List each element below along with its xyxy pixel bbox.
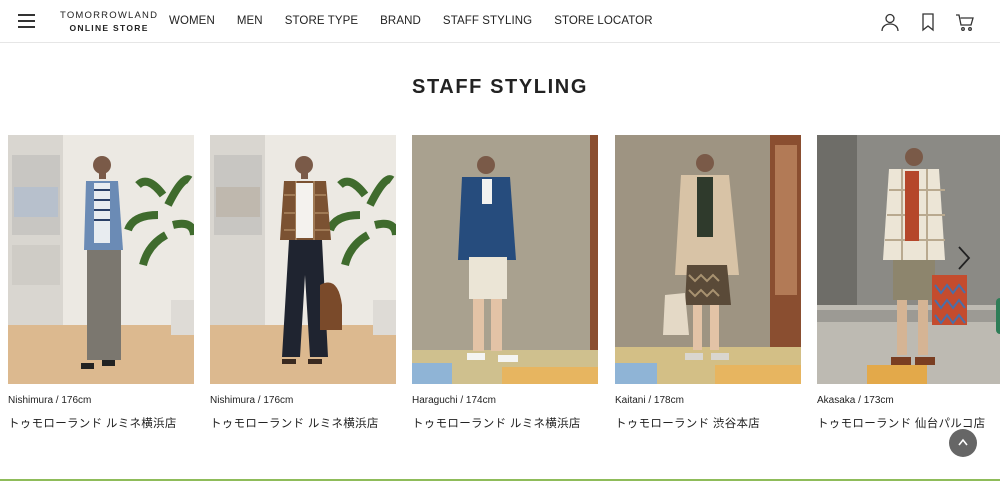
- styling-carousel: Nishimura / 176cm トゥモローランド ルミネ横浜店 Nishim…: [8, 135, 1000, 445]
- styling-card[interactable]: Akasaka / 173cm トゥモローランド 仙台パルコ店: [817, 135, 1000, 431]
- section-title: STAFF STYLING: [412, 76, 588, 98]
- bookmark-icon[interactable]: [918, 12, 938, 32]
- store-name: トゥモローランド 渋谷本店: [615, 418, 761, 430]
- logo-line2: ONLINE STORE: [69, 22, 149, 33]
- store-name: トゥモローランド 仙台パルコ店: [817, 418, 986, 430]
- nav-men[interactable]: MEN: [237, 15, 263, 27]
- nav-women[interactable]: WOMEN: [169, 15, 215, 27]
- staff-name: Haraguchi / 174cm: [412, 395, 496, 406]
- store-name: トゥモローランド ルミネ横浜店: [210, 418, 379, 430]
- styling-photo[interactable]: [412, 135, 598, 384]
- nav-staff-styling[interactable]: STAFF STYLING: [443, 15, 532, 27]
- styling-card[interactable]: Nishimura / 176cm トゥモローランド ルミネ横浜店: [8, 135, 194, 431]
- styling-photo[interactable]: [210, 135, 396, 384]
- main-nav: WOMEN MEN STORE TYPE BRAND STAFF STYLING…: [169, 15, 675, 27]
- user-icon[interactable]: [880, 12, 900, 32]
- staff-name: Akasaka / 173cm: [817, 395, 894, 406]
- styling-card[interactable]: Kaitani / 178cm トゥモローランド 渋谷本店: [615, 135, 801, 431]
- back-to-top-button[interactable]: [949, 429, 977, 457]
- site-logo[interactable]: TOMORROWLAND ONLINE STORE: [60, 11, 158, 32]
- styling-photo[interactable]: [615, 135, 801, 384]
- menu-icon[interactable]: [18, 14, 35, 28]
- styling-card[interactable]: Nishimura / 176cm トゥモローランド ルミネ横浜店: [210, 135, 396, 431]
- side-widget-tab[interactable]: [996, 298, 1000, 334]
- logo-line1: TOMORROWLAND: [60, 10, 159, 21]
- nav-store-locator[interactable]: STORE LOCATOR: [554, 15, 652, 27]
- cart-icon[interactable]: [955, 12, 975, 32]
- store-name: トゥモローランド ルミネ横浜店: [8, 418, 177, 430]
- nav-store-type[interactable]: STORE TYPE: [285, 15, 358, 27]
- styling-card[interactable]: Haraguchi / 174cm トゥモローランド ルミネ横浜店: [412, 135, 598, 431]
- store-name: トゥモローランド ルミネ横浜店: [412, 418, 581, 430]
- site-header: TOMORROWLAND ONLINE STORE WOMEN MEN STOR…: [0, 0, 1000, 43]
- staff-name: Nishimura / 176cm: [8, 395, 92, 406]
- nav-brand[interactable]: BRAND: [380, 15, 421, 27]
- styling-photo[interactable]: [8, 135, 194, 384]
- carousel-next-arrow-icon[interactable]: [953, 244, 975, 272]
- staff-name: Kaitani / 178cm: [615, 395, 684, 406]
- staff-name: Nishimura / 176cm: [210, 395, 294, 406]
- chevron-up-icon: [958, 438, 968, 446]
